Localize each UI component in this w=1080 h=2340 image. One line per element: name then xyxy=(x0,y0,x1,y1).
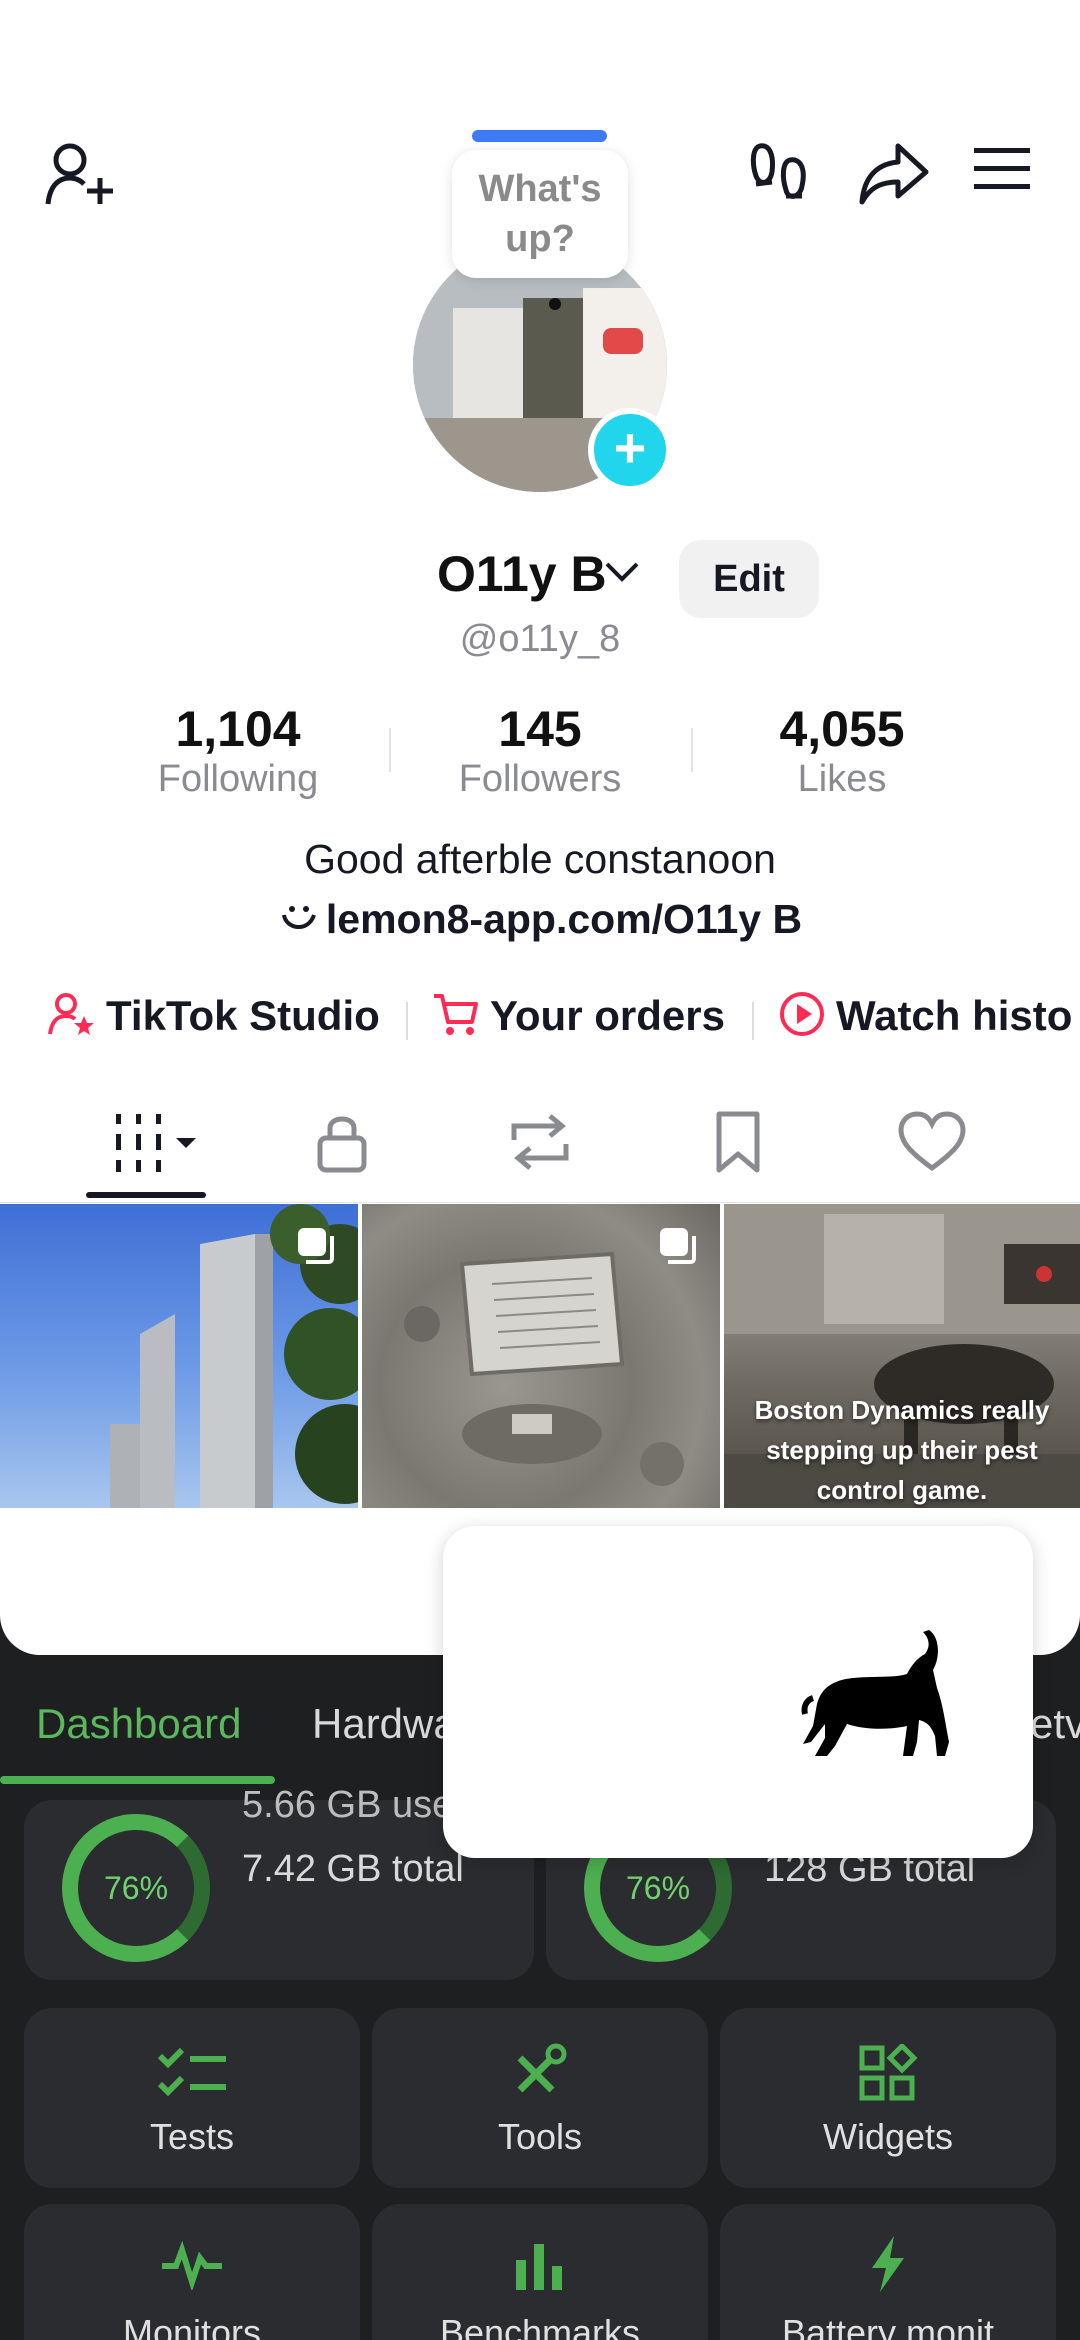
whats-up-indicator xyxy=(472,130,607,142)
video-thumbnail[interactable] xyxy=(362,1204,720,1508)
share-icon[interactable] xyxy=(858,138,930,215)
tab-divider xyxy=(0,1202,1080,1203)
profile-handle: @o11y_8 xyxy=(459,618,621,660)
tab-liked[interactable] xyxy=(884,1110,980,1174)
followers-count[interactable]: 145 xyxy=(390,700,690,758)
add-friend-icon[interactable] xyxy=(44,138,116,215)
widgets-tile[interactable]: Widgets xyxy=(720,2008,1056,2188)
cat-icon xyxy=(801,1630,949,1756)
ram-total: 7.42 GB total xyxy=(242,1848,464,1890)
tab-network[interactable]: etv xyxy=(1030,1700,1080,1748)
lightning-icon xyxy=(720,2234,1056,2299)
lock-icon xyxy=(317,1116,367,1173)
whats-up-text: What's up? xyxy=(478,168,602,260)
pulse-icon xyxy=(24,2240,360,2295)
whats-up-bubble[interactable]: What's up? xyxy=(452,150,628,278)
tools-icon xyxy=(372,2042,708,2103)
profile-bio: Good afterble constanoon xyxy=(304,836,776,882)
tab-reposts[interactable] xyxy=(492,1110,588,1174)
ram-percent: 76% xyxy=(103,1870,169,1906)
add-story-button[interactable]: + xyxy=(588,408,672,492)
battery-monitor-tile[interactable]: Battery monit xyxy=(720,2204,1056,2340)
heart-icon xyxy=(898,1111,966,1172)
active-tab-indicator xyxy=(86,1192,206,1198)
tests-tile[interactable]: Tests xyxy=(24,2008,360,2188)
checklist-icon xyxy=(24,2046,360,2107)
multi-photo-icon xyxy=(296,1226,336,1271)
tab-videos[interactable] xyxy=(110,1110,206,1174)
benchmarks-label: Benchmarks xyxy=(439,2312,641,2340)
watch-history-shortcut[interactable]: Watch histo xyxy=(778,990,1072,1040)
cart-icon xyxy=(432,992,490,1039)
menu-icon[interactable] xyxy=(972,138,1032,203)
video-caption: Boston Dynamics really stepping up their… xyxy=(754,1395,1050,1505)
active-tab-indicator xyxy=(0,1776,275,1784)
lemon8-icon xyxy=(278,896,326,942)
play-circle-icon xyxy=(778,992,836,1039)
profile-sheet: + What's up? O11y B Edit @o11y_8 1,104 F… xyxy=(0,0,1080,1655)
video-thumbnail[interactable]: Boston Dynamics really stepping up their… xyxy=(724,1204,1080,1508)
tiktok-studio-shortcut[interactable]: TikTok Studio xyxy=(48,990,380,1040)
video-grid-icon xyxy=(116,1114,196,1172)
following-count[interactable]: 1,104 xyxy=(88,700,388,758)
tab-dashboard[interactable]: Dashboard xyxy=(36,1700,241,1748)
likes-count: 4,055 xyxy=(779,701,905,757)
bar-chart-icon xyxy=(372,2240,708,2295)
tests-label: Tests xyxy=(149,2116,235,2157)
following-label[interactable]: Following xyxy=(88,758,388,801)
likes-label: Likes xyxy=(797,758,887,800)
tab-favorites[interactable] xyxy=(690,1110,786,1174)
monitors-label: Monitors xyxy=(122,2312,262,2340)
shortcut-divider xyxy=(406,1002,408,1040)
profile-name: O11y B xyxy=(437,546,607,602)
monitors-tile[interactable]: Monitors xyxy=(24,2204,360,2340)
watch-history-label: Watch histo xyxy=(836,992,1073,1039)
multi-photo-icon xyxy=(658,1226,698,1271)
widgets-label: Widgets xyxy=(822,2116,954,2157)
bookmark-icon xyxy=(716,1111,760,1173)
chevron-down-icon[interactable] xyxy=(604,560,640,589)
your-orders-shortcut[interactable]: Your orders xyxy=(432,990,725,1040)
benchmarks-tile[interactable]: Benchmarks xyxy=(372,2204,708,2340)
tools-tile[interactable]: Tools xyxy=(372,2008,708,2188)
your-orders-label: Your orders xyxy=(490,992,725,1039)
footprints-icon[interactable] xyxy=(748,138,812,215)
profile-link[interactable]: lemon8-app.com/O11y B xyxy=(0,896,1080,943)
floating-cat-overlay[interactable] xyxy=(443,1526,1033,1858)
shortcut-divider xyxy=(752,1002,754,1040)
creator-star-icon xyxy=(48,992,106,1039)
battery-monitor-label: Battery monit xyxy=(781,2312,995,2340)
tools-label: Tools xyxy=(497,2116,583,2157)
tab-private[interactable] xyxy=(294,1110,390,1174)
ram-usage-ring: 76% xyxy=(62,1814,210,1962)
video-thumbnail[interactable] xyxy=(0,1204,358,1508)
widgets-icon xyxy=(720,2042,1056,2109)
ram-used: 5.66 GB use xyxy=(242,1784,454,1826)
tiktok-studio-label: TikTok Studio xyxy=(106,992,380,1039)
tab-hardware[interactable]: Hardwa xyxy=(312,1700,457,1748)
edit-profile-button[interactable]: Edit xyxy=(679,540,819,618)
followers-label[interactable]: Followers xyxy=(390,758,690,801)
repost-icon xyxy=(511,1114,569,1170)
profile-link-text: lemon8-app.com/O11y B xyxy=(325,896,803,942)
